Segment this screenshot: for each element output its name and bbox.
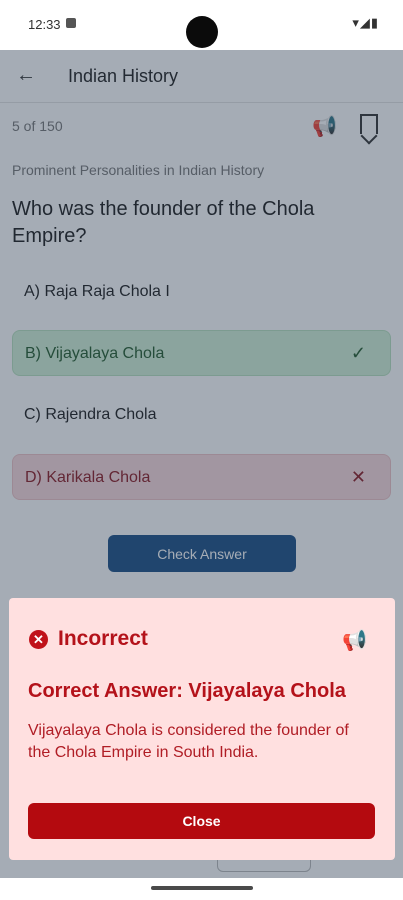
- sim-card-icon: [66, 18, 76, 28]
- home-indicator[interactable]: [151, 886, 253, 890]
- status-time: 12:33: [28, 17, 61, 32]
- wifi-icon: ▾: [352, 15, 360, 30]
- camera-cutout: [186, 16, 218, 48]
- system-icons: ▾◢▮: [352, 15, 379, 31]
- signal-icon: ◢: [359, 15, 371, 30]
- close-button[interactable]: Close: [28, 803, 375, 839]
- battery-icon: ▮: [370, 15, 379, 30]
- correct-answer-text: Correct Answer: Vijayalaya Chola: [28, 680, 346, 702]
- megaphone-icon[interactable]: 📢: [342, 628, 367, 653]
- error-circle-icon: ✕: [29, 630, 48, 649]
- result-status: Incorrect: [58, 627, 148, 650]
- explanation-text: Vijayalaya Chola is considered the found…: [28, 722, 349, 761]
